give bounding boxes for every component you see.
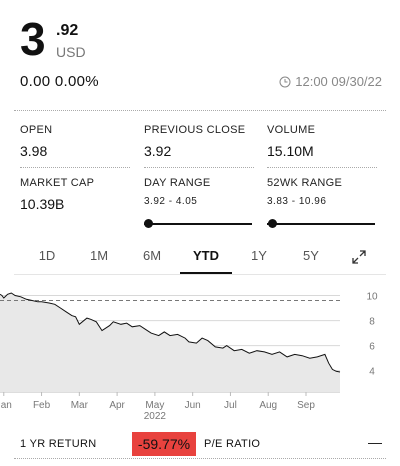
day-range-slider: [144, 219, 252, 229]
tab-1d[interactable]: 1D: [27, 248, 67, 263]
x-tick-label: Jul: [224, 400, 237, 411]
y-tick-label: 6: [369, 342, 375, 353]
divider: [14, 274, 386, 275]
x-tick-label: Jun: [185, 400, 201, 411]
pe-label: P/E RATIO: [204, 438, 261, 450]
stat-value: 15.10M: [267, 143, 314, 159]
x-tick-label: Aug: [259, 400, 277, 411]
stat-volume: VOLUME 15.10M: [267, 124, 315, 159]
quote-timestamp: 12:00 09/30/22: [279, 74, 382, 89]
tab-6m[interactable]: 6M: [132, 248, 172, 263]
stat-label: MARKET CAP: [20, 177, 95, 189]
stat-label: DAY RANGE: [144, 177, 211, 189]
stat-value: 3.92: [144, 143, 172, 159]
x-tick-label: Mar: [71, 400, 89, 411]
x-tick-label: Jan: [0, 400, 12, 411]
stat-open: OPEN 3.98: [20, 124, 52, 159]
y-tick-label: 10: [366, 292, 378, 303]
price-cents: .92: [56, 22, 79, 39]
x-tick-label: May: [145, 400, 164, 411]
stat-day-range: DAY RANGE 3.92 - 4.05: [144, 177, 210, 207]
tab-ytd[interactable]: YTD: [186, 248, 226, 263]
divider: [14, 458, 386, 459]
stat-52wk-range: 52WK RANGE 3.83 - 10.96: [267, 177, 342, 207]
divider: [20, 167, 130, 168]
timestamp-text: 12:00 09/30/22: [295, 74, 382, 89]
y-tick-label: 8: [369, 317, 375, 328]
price-currency: USD: [56, 44, 86, 60]
pe-value: —: [368, 434, 382, 450]
x-tick-label: Sep: [297, 400, 315, 411]
stat-market-cap: MARKET CAP 10.39B: [20, 177, 94, 212]
expand-icon[interactable]: [352, 250, 366, 264]
return-label: 1 YR RETURN: [20, 438, 97, 450]
x-tick-label: Apr: [109, 400, 125, 411]
y-tick-label: 4: [369, 367, 375, 378]
tab-1m[interactable]: 1M: [79, 248, 119, 263]
stat-value: 3.92 - 4.05: [144, 196, 198, 207]
stat-value: 3.83 - 10.96: [267, 196, 327, 207]
stat-value: 3.98: [20, 143, 48, 159]
divider: [267, 167, 377, 168]
divider: [14, 110, 386, 111]
footer-stats: 1 YR RETURN -59.77% P/E RATIO —: [0, 432, 400, 458]
stat-value: 10.39B: [20, 196, 65, 212]
price-chart: 10 8 6 4 Jan Feb Mar Apr May Jun Jul Aug Sep 2022: [0, 292, 378, 422]
period-tabs: 1D 1M 6M YTD 1Y 5Y: [0, 240, 400, 274]
x-tick-label: Feb: [33, 400, 51, 411]
stat-label: 52WK RANGE: [267, 177, 343, 189]
52wk-range-slider: [267, 219, 375, 229]
divider: [144, 167, 254, 168]
slider-track: [267, 223, 375, 225]
stat-label: VOLUME: [267, 124, 316, 136]
price-change: 0.00 0.00%: [20, 73, 99, 90]
slider-marker: [144, 219, 153, 228]
stat-label: OPEN: [20, 124, 53, 136]
slider-track: [144, 223, 252, 225]
stat-label: PREVIOUS CLOSE: [144, 124, 246, 136]
price-whole: 3: [20, 13, 46, 65]
return-value: -59.77%: [132, 432, 196, 456]
tab-5y[interactable]: 5Y: [291, 248, 331, 263]
x-year-label: 2022: [144, 411, 167, 422]
stat-previous-close: PREVIOUS CLOSE 3.92: [144, 124, 245, 159]
clock-icon: [279, 76, 291, 87]
slider-marker: [267, 219, 277, 228]
tab-1y[interactable]: 1Y: [239, 248, 279, 263]
chart-area: [0, 293, 340, 392]
